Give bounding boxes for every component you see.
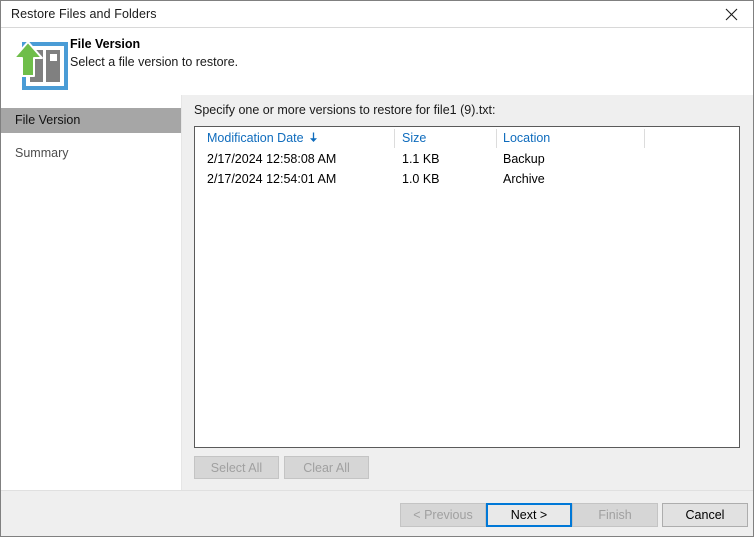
- wizard-steps-sidebar: File Version Summary: [1, 95, 182, 490]
- file-versions-listbox[interactable]: Modification Date Size Location 2/17/202…: [194, 126, 740, 448]
- body-area: File Version Summary Specify one or more…: [1, 95, 753, 490]
- column-header-modification-date[interactable]: Modification Date: [207, 131, 318, 146]
- column-header-label: Size: [402, 131, 427, 145]
- page-subtitle: Select a file version to restore.: [70, 55, 239, 69]
- table-row[interactable]: 2/17/2024 12:54:01 AM 1.0 KB Archive: [195, 170, 739, 190]
- next-button[interactable]: Next >: [486, 503, 572, 527]
- column-header-location[interactable]: Location: [503, 131, 550, 145]
- select-all-button[interactable]: Select All: [194, 456, 279, 479]
- cell-modification-date: 2/17/2024 12:58:08 AM: [207, 152, 337, 166]
- close-button[interactable]: [709, 1, 753, 27]
- content-pane: Specify one or more versions to restore …: [182, 95, 753, 490]
- column-header-size[interactable]: Size: [402, 131, 426, 145]
- restore-wizard-window: Restore Files and Folders File Version S…: [0, 0, 754, 537]
- cell-location: Backup: [503, 152, 545, 166]
- column-header-label: Location: [503, 131, 551, 145]
- cell-modification-date: 2/17/2024 12:54:01 AM: [207, 172, 337, 186]
- close-icon: [725, 8, 738, 21]
- finish-button[interactable]: Finish: [572, 503, 658, 527]
- column-divider[interactable]: [394, 129, 395, 148]
- cell-location: Archive: [503, 172, 545, 186]
- cell-size: 1.0 KB: [402, 172, 440, 186]
- wizard-header: File Version Select a file version to re…: [1, 28, 753, 95]
- sidebar-item-label: Summary: [15, 146, 69, 160]
- wizard-footer: < Previous Next > Finish Cancel: [1, 490, 753, 536]
- titlebar: Restore Files and Folders: [1, 1, 753, 28]
- table-header-row: Modification Date Size Location: [195, 127, 739, 150]
- clear-all-button[interactable]: Clear All: [284, 456, 369, 479]
- cell-size: 1.1 KB: [402, 152, 440, 166]
- sidebar-item-summary[interactable]: Summary: [1, 141, 181, 166]
- window-title: Restore Files and Folders: [11, 7, 157, 21]
- cancel-button[interactable]: Cancel: [662, 503, 748, 527]
- table-row[interactable]: 2/17/2024 12:58:08 AM 1.1 KB Backup: [195, 150, 739, 170]
- column-divider[interactable]: [496, 129, 497, 148]
- restore-upload-icon: [10, 32, 70, 90]
- table-body: 2/17/2024 12:58:08 AM 1.1 KB Backup 2/17…: [195, 150, 739, 190]
- previous-button[interactable]: < Previous: [400, 503, 486, 527]
- sidebar-item-file-version[interactable]: File Version: [1, 108, 181, 133]
- column-header-label: Modification Date: [207, 131, 304, 145]
- column-divider[interactable]: [644, 129, 645, 148]
- sidebar-item-label: File Version: [15, 113, 81, 127]
- instruction-text: Specify one or more versions to restore …: [194, 103, 496, 117]
- sort-down-arrow-icon: [309, 132, 318, 146]
- page-title: File Version: [70, 37, 141, 51]
